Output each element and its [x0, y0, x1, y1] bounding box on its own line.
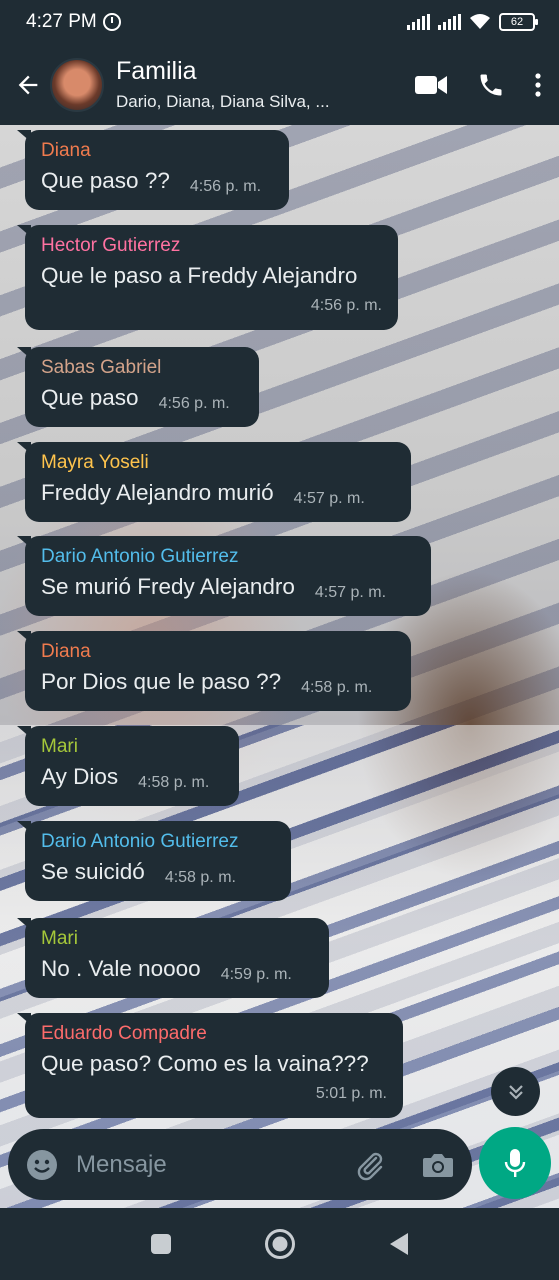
- message-text: Se murió Fredy Alejandro: [41, 574, 295, 599]
- message-time: 4:58 p. m.: [138, 774, 210, 791]
- battery-level: 62: [510, 16, 524, 28]
- alarm-icon: [102, 13, 121, 31]
- message-text: Se suicidó: [41, 859, 145, 884]
- message-bubble[interactable]: Dario Antonio Gutierrez Se murió Fredy A…: [17, 536, 431, 616]
- chat-header: Familia Dario, Diana, Diana Silva, ...: [0, 44, 559, 125]
- back-nav-icon[interactable]: [388, 1232, 410, 1256]
- double-chevron-down-icon: [508, 1084, 523, 1100]
- message-bubble[interactable]: Eduardo Compadre Que paso? Como es la va…: [17, 1013, 403, 1118]
- status-icons: 62: [407, 13, 538, 31]
- message-time: 5:01 p. m.: [315, 1085, 387, 1102]
- video-call-icon[interactable]: [415, 74, 447, 96]
- message-time: 4:57 p. m.: [293, 490, 365, 507]
- back-arrow-icon[interactable]: [8, 65, 48, 105]
- message-bubble[interactable]: Sabas Gabriel Que paso 4:56 p. m.: [17, 347, 259, 427]
- message-text: Que le paso a Freddy Alejandro: [41, 263, 358, 288]
- message-bubble[interactable]: Mayra Yoseli Freddy Alejandro murió 4:57…: [17, 442, 411, 522]
- message-time: 4:58 p. m.: [164, 869, 236, 886]
- message-bubble[interactable]: Diana Por Dios que le paso ?? 4:58 p. m.: [17, 631, 411, 711]
- message-text: Ay Dios: [41, 764, 119, 789]
- message-sender: Hector Gutierrez: [41, 235, 181, 256]
- signal-icon: [407, 14, 430, 30]
- message-time: 4:56 p. m.: [189, 178, 262, 195]
- microphone-icon: [504, 1149, 526, 1177]
- message-text: Por Dios que le paso ??: [41, 669, 282, 694]
- home-icon[interactable]: [264, 1228, 296, 1260]
- phone-icon[interactable]: [477, 71, 505, 99]
- message-text: Que paso ??: [41, 168, 170, 193]
- message-bubble[interactable]: Mari No . Vale noooo 4:59 p. m.: [17, 918, 329, 998]
- message-sender: Mayra Yoseli: [41, 452, 149, 473]
- message-sender: Dario Antonio Gutierrez: [41, 546, 239, 567]
- message-text: Que paso? Como es la vaina???: [41, 1051, 369, 1076]
- group-avatar[interactable]: [50, 57, 104, 112]
- message-text: Que paso: [41, 385, 139, 410]
- message-time: 4:59 p. m.: [220, 966, 292, 983]
- message-sender: Dario Antonio Gutierrez: [41, 831, 239, 852]
- message-bubble[interactable]: Mari Ay Dios 4:58 p. m.: [17, 726, 239, 806]
- battery-icon: 62: [499, 13, 538, 31]
- signal-icon-2: [438, 14, 461, 30]
- attach-icon[interactable]: [354, 1149, 386, 1181]
- message-bubble[interactable]: Diana Que paso ?? 4:56 p. m.: [17, 130, 289, 210]
- message-sender: Diana: [41, 641, 91, 662]
- voice-message-button[interactable]: [479, 1127, 551, 1199]
- status-bar: 4:27 PM 62: [0, 0, 559, 44]
- message-text: No . Vale noooo: [41, 956, 201, 981]
- group-title: Familia: [116, 57, 197, 85]
- message-time: 4:56 p. m.: [158, 395, 230, 412]
- emoji-icon[interactable]: [26, 1149, 58, 1181]
- camera-icon[interactable]: [422, 1151, 454, 1179]
- group-info[interactable]: Familia Dario, Diana, Diana Silva, ...: [116, 57, 415, 112]
- status-time: 4:27 PM: [26, 11, 97, 32]
- message-text: Freddy Alejandro murió: [41, 480, 274, 505]
- scroll-to-bottom-button[interactable]: [491, 1067, 540, 1116]
- message-input[interactable]: Mensaje: [76, 1151, 354, 1179]
- wifi-icon: [470, 14, 490, 29]
- message-list[interactable]: Diana Que paso ?? 4:56 p. m. Hector Guti…: [0, 125, 559, 1130]
- message-time: 4:57 p. m.: [314, 584, 387, 601]
- system-nav-bar: [0, 1208, 559, 1280]
- message-bubble[interactable]: Hector Gutierrez Que le paso a Freddy Al…: [17, 225, 398, 330]
- header-actions: [415, 71, 541, 99]
- message-sender: Eduardo Compadre: [41, 1023, 207, 1044]
- message-composer: Mensaje: [8, 1129, 472, 1200]
- message-sender: Diana: [41, 140, 91, 161]
- message-bubble[interactable]: Dario Antonio Gutierrez Se suicidó 4:58 …: [17, 821, 291, 901]
- message-time: 4:58 p. m.: [301, 679, 373, 696]
- group-members: Dario, Diana, Diana Silva, ...: [116, 92, 330, 111]
- message-time: 4:56 p. m.: [310, 297, 382, 314]
- message-sender: Sabas Gabriel: [41, 357, 162, 378]
- recents-icon[interactable]: [150, 1233, 172, 1255]
- more-options-icon[interactable]: [535, 72, 541, 97]
- message-sender: Mari: [41, 928, 78, 949]
- message-sender: Mari: [41, 736, 78, 757]
